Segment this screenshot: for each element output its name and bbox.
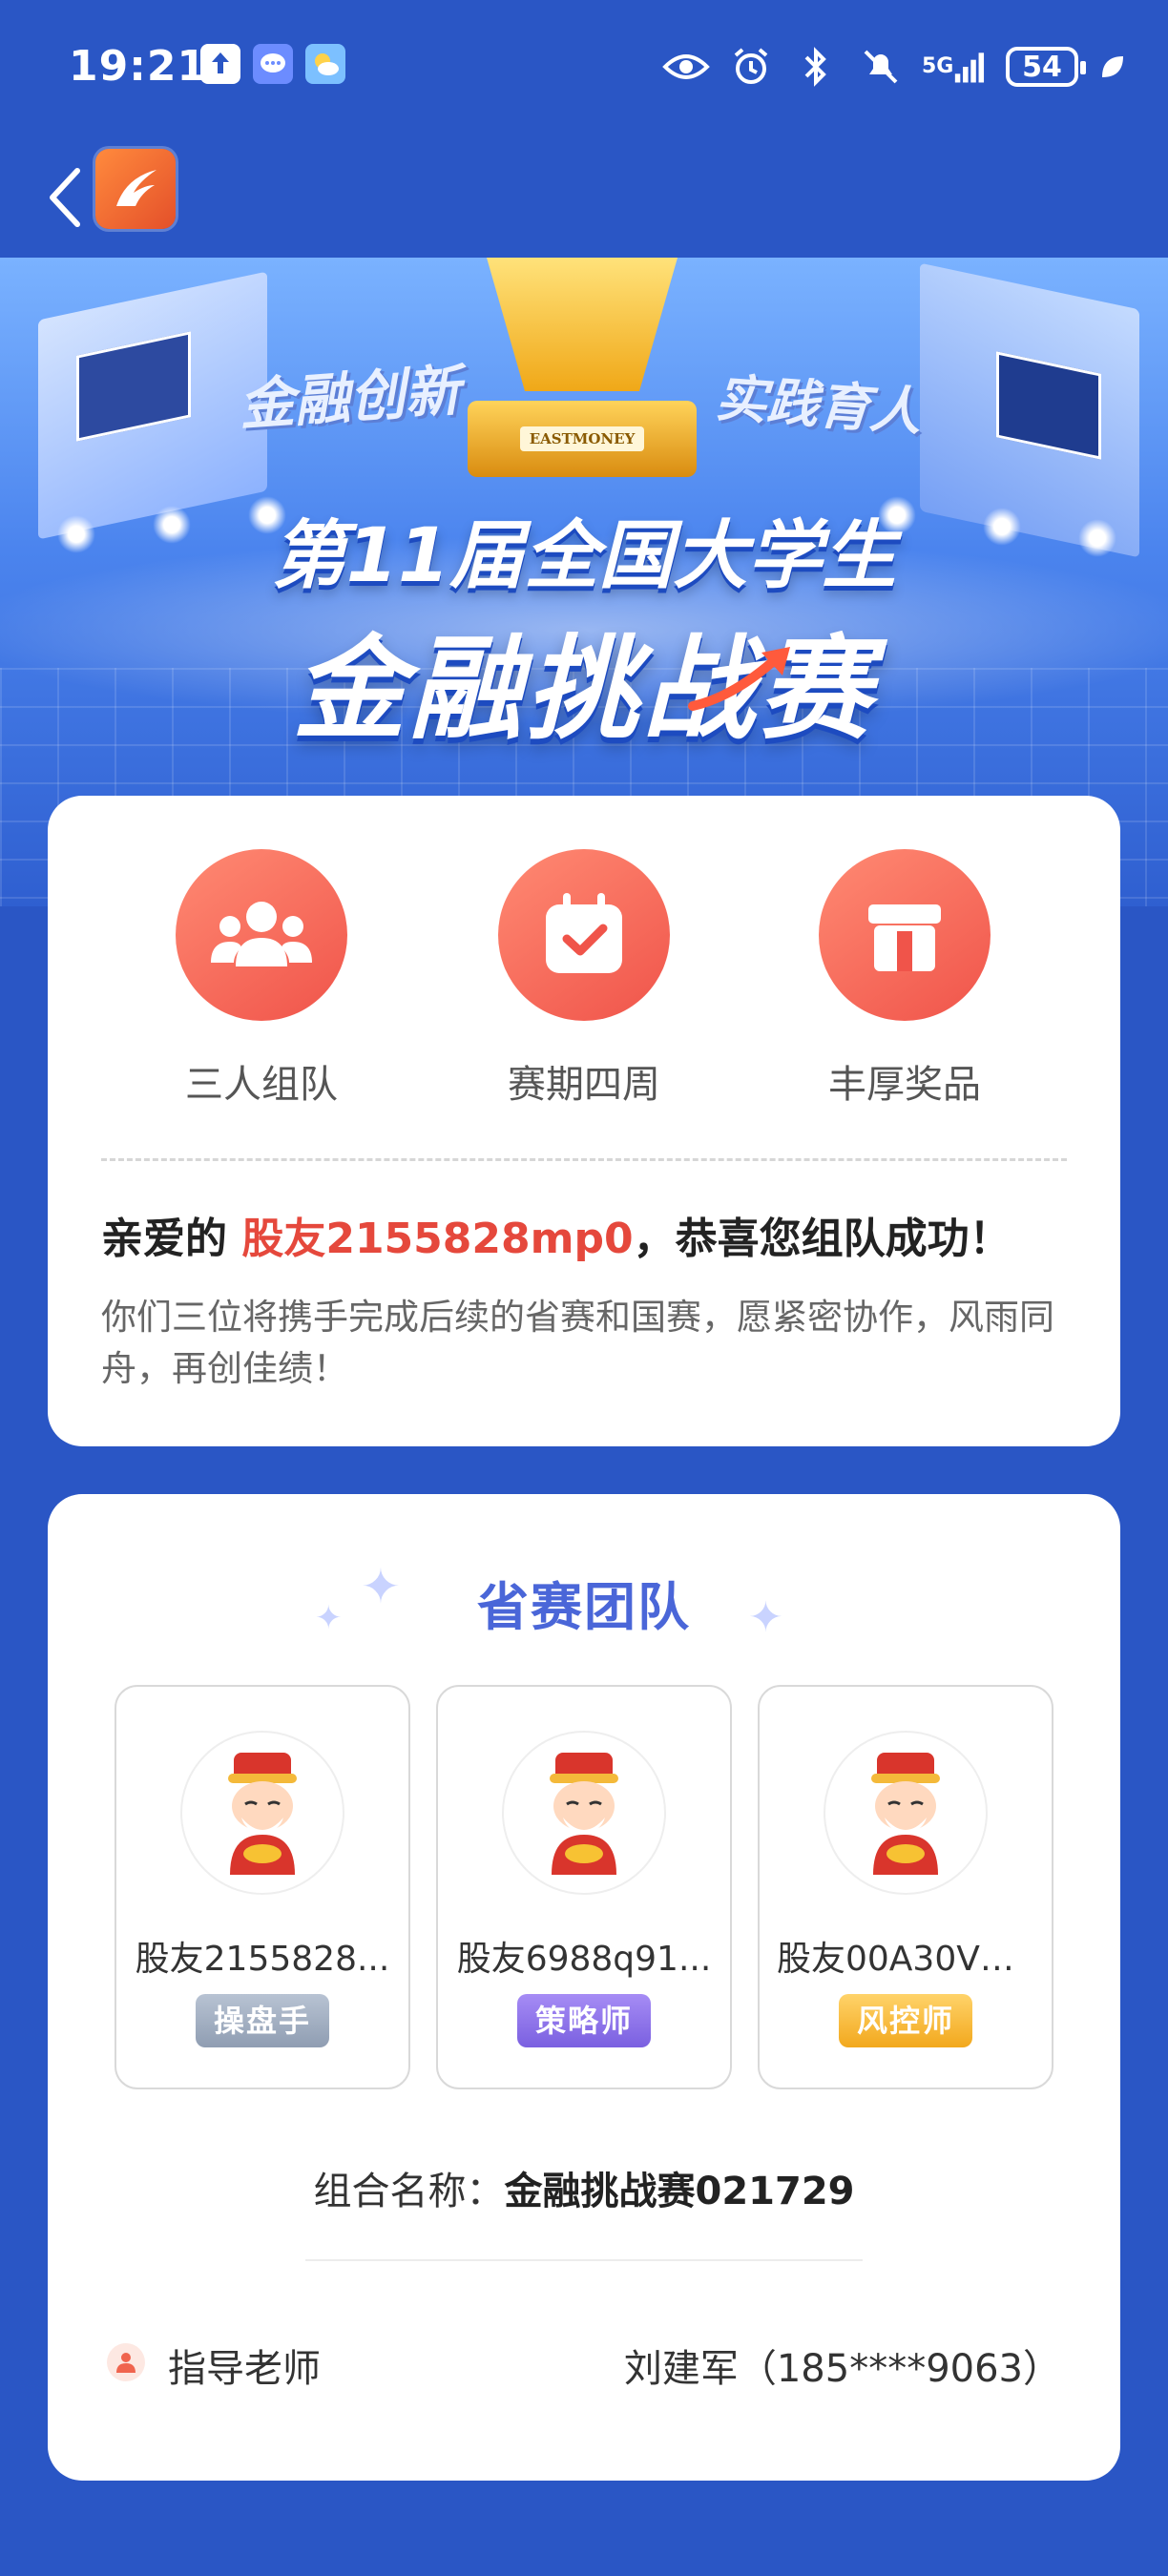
member-card[interactable]: 股友2155828... 操盘手: [115, 1685, 410, 2089]
trophy-base: EASTMONEY: [468, 401, 697, 477]
status-time: 19:21: [69, 42, 208, 91]
user-name: 股友2155828mp0: [241, 1215, 634, 1263]
feature-team: 三人组队: [147, 849, 376, 1109]
feature-list: 三人组队 赛期四周 丰厚奖品: [48, 849, 1120, 1107]
role-badge: 操盘手: [196, 1994, 329, 2047]
congrats-heading: 亲爱的 股友2155828mp0，恭喜您组队成功！: [101, 1204, 1012, 1265]
app-logo-icon: [95, 149, 176, 229]
feature-label: 三人组队: [185, 1063, 338, 1107]
feature-label: 丰厚奖品: [828, 1063, 981, 1107]
weather-icon: [305, 44, 345, 84]
role-badge: 策略师: [517, 1994, 651, 2047]
feature-prize: 丰厚奖品: [790, 849, 1019, 1109]
advisor-row[interactable]: 指导老师 刘建军（185****9063）: [107, 2334, 1061, 2391]
chevron-left-icon: [50, 168, 80, 227]
feature-period: 赛期四周: [469, 849, 699, 1109]
combo-value: 金融挑战赛021729: [504, 2170, 855, 2213]
trophy-cup: [487, 258, 678, 391]
hero-title-line2: 金融挑战赛: [292, 623, 875, 755]
nav-bar: [0, 134, 1168, 258]
leaf-icon: [1095, 43, 1130, 91]
combo-label: 组合名称：: [313, 2170, 505, 2213]
trophy-image: EASTMONEY: [448, 258, 716, 477]
greeting-suffix: ，恭喜您组队成功！: [633, 1215, 1012, 1263]
intro-card: 三人组队 赛期四周 丰厚奖品 亲爱的 股友2155828mp0，恭喜您组队成功！…: [48, 796, 1120, 1446]
advisor-person-icon: [107, 2343, 145, 2381]
message-icon: [253, 44, 293, 84]
page: 19:21 5G 54 金融创新 实践育人 EASTMONEY 第11届全国大学…: [0, 0, 1168, 2576]
greeting-prefix: 亲爱的: [101, 1215, 242, 1263]
eye-icon: [662, 43, 710, 91]
team-title: 省赛团队: [477, 1577, 691, 1637]
network-type: 5G: [922, 54, 954, 78]
avatar: [824, 1731, 988, 1895]
bluetooth-icon: [792, 43, 840, 91]
calendar-icon: [498, 849, 670, 1021]
advisor-value: 刘建军（185****9063）: [623, 2347, 1061, 2391]
hero-title-line1: 第11届全国大学生: [271, 513, 897, 599]
congrats-message: 你们三位将携手完成后续的省赛和国赛，愿紧密协作，风雨同舟，再创佳绩！: [101, 1297, 1054, 1389]
member-name: 股友2155828...: [135, 1940, 390, 1979]
member-name: 股友6988q91...: [456, 1940, 712, 1979]
trophy-plate: EASTMONEY: [519, 426, 645, 451]
hero-slogan-left: 金融创新: [237, 357, 463, 438]
status-bar: 19:21 5G 54: [0, 0, 1168, 134]
avatar: [180, 1731, 344, 1895]
advisor-label: 指导老师: [168, 2347, 321, 2391]
hero-slogan-right: 实践育人: [713, 367, 924, 443]
member-list: 股友2155828... 操盘手 股友6988q91... 策略师 股友00A3…: [115, 1685, 1053, 2089]
divider: [305, 2259, 863, 2261]
mute-icon: [857, 43, 905, 91]
back-button[interactable]: [32, 155, 99, 240]
member-card[interactable]: 股友00A30V0... 风控师: [758, 1685, 1053, 2089]
combo-name-row: 组合名称：金融挑战赛021729: [48, 2160, 1120, 2215]
fortune-god-avatar-icon: [871, 1753, 940, 1875]
battery-icon: 54: [1006, 47, 1086, 87]
fortune-god-avatar-icon: [228, 1753, 297, 1875]
member-card[interactable]: 股友6988q91... 策略师: [436, 1685, 732, 2089]
upload-icon: [200, 44, 240, 84]
fortune-god-avatar-icon: [550, 1753, 618, 1875]
battery-level: 54: [1022, 50, 1062, 84]
status-icons: 5G 54: [662, 38, 1130, 95]
hero-title: 第11届全国大学生 金融挑战赛: [0, 496, 1168, 760]
team-card: ✦ ✦ ✦ 省赛团队 股友2155828... 操盘手 股友6988q91...…: [48, 1494, 1120, 2481]
gift-icon: [819, 849, 991, 1021]
alarm-icon: [727, 43, 775, 91]
team-icon: [176, 849, 347, 1021]
role-badge: 风控师: [839, 1994, 972, 2047]
member-name: 股友00A30V0...: [777, 1940, 1035, 1979]
signal-icon: 5G: [922, 43, 989, 91]
dashed-divider: [101, 1158, 1067, 1161]
feature-label: 赛期四周: [508, 1063, 660, 1107]
avatar: [502, 1731, 666, 1895]
rising-arrow-icon: [688, 647, 790, 711]
